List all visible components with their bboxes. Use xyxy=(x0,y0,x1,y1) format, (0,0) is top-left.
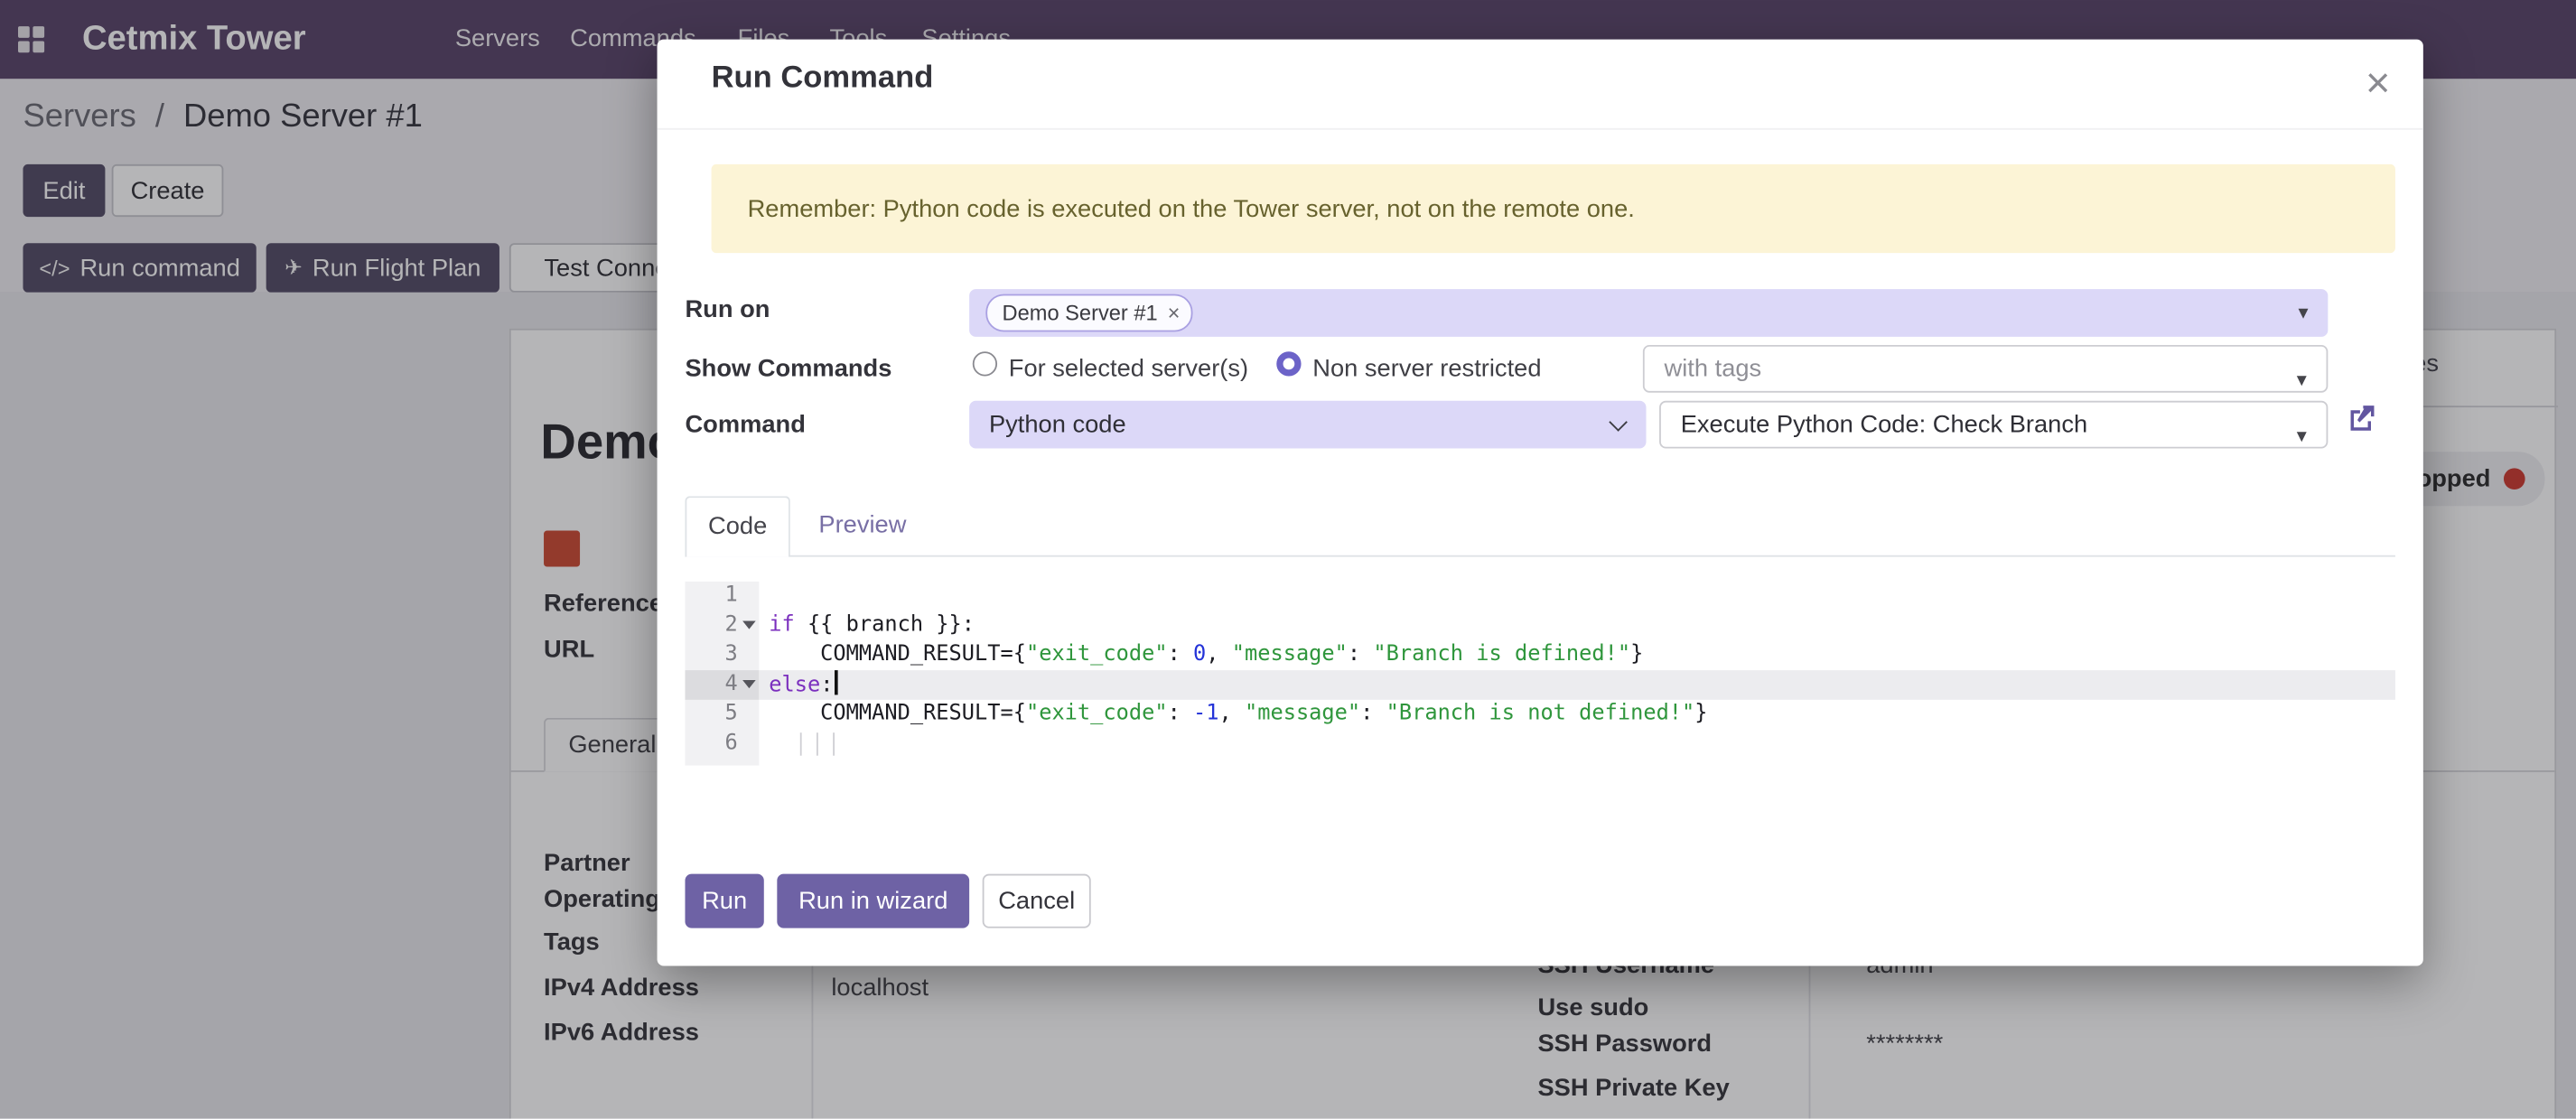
code-editor[interactable]: 123456 if {{ branch }}: COMMAND_RESULT={… xyxy=(685,582,2394,766)
alert-banner: Remember: Python code is executed on the… xyxy=(712,164,2395,253)
code-token: "message" xyxy=(1245,702,1360,726)
code-token: } xyxy=(1694,702,1707,726)
label-run-on: Run on xyxy=(685,295,770,323)
code-token: "message" xyxy=(1232,642,1348,667)
code-token: : xyxy=(1168,642,1193,667)
run-command-modal: Run Command × Remember: Python code is e… xyxy=(658,40,2423,966)
code-token: , xyxy=(1206,642,1231,667)
code-token: "Branch is not defined!" xyxy=(1386,702,1695,726)
code-token: "Branch is defined!" xyxy=(1373,642,1630,667)
code-token: , xyxy=(1219,702,1245,726)
code-token: 0 xyxy=(1193,642,1206,667)
label-show-commands: Show Commands xyxy=(685,355,891,383)
line-number: 3 xyxy=(685,640,759,670)
tab-code[interactable]: Code xyxy=(685,496,789,556)
alert-text: Remember: Python code is executed on the… xyxy=(748,195,1635,223)
code-token: COMMAND_RESULT={ xyxy=(769,642,1026,667)
server-tag[interactable]: Demo Server #1 × xyxy=(985,294,1193,332)
chevron-down-icon[interactable]: ▾ xyxy=(2299,301,2309,323)
code-line[interactable] xyxy=(759,582,2395,611)
code-token: } xyxy=(1630,642,1643,667)
code-line[interactable] xyxy=(759,730,2395,760)
code-token: : xyxy=(1168,702,1193,726)
indent-guide xyxy=(833,732,835,755)
line-number: 4 xyxy=(685,670,759,700)
radio-non-server-restricted[interactable] xyxy=(1276,351,1301,376)
editor-code[interactable]: if {{ branch }}: COMMAND_RESULT={"exit_c… xyxy=(759,582,2395,766)
modal-title: Run Command xyxy=(712,61,934,97)
external-link-icon[interactable] xyxy=(2346,403,2377,434)
code-token: : xyxy=(1360,702,1386,726)
close-icon[interactable]: × xyxy=(2366,52,2391,111)
line-number: 5 xyxy=(685,700,759,730)
code-token: "exit_code" xyxy=(1026,642,1168,667)
chevron-down-icon: ▾ xyxy=(2297,414,2307,458)
cancel-button[interactable]: Cancel xyxy=(983,874,1091,928)
line-number: 2 xyxy=(685,611,759,641)
code-token: : xyxy=(820,674,833,698)
tag-remove-icon[interactable]: × xyxy=(1168,301,1181,325)
command-value: Execute Python Code: Check Branch xyxy=(1681,411,2087,439)
code-line[interactable]: else: xyxy=(759,670,2395,700)
radio-non-server-restricted-label[interactable]: Non server restricted xyxy=(1312,355,1541,383)
command-type-select[interactable]: Python code xyxy=(969,401,1646,449)
editor-gutter: 123456 xyxy=(685,582,759,766)
server-tag-label: Demo Server #1 xyxy=(1003,301,1158,325)
tabs-divider xyxy=(685,555,2394,557)
text-cursor xyxy=(835,670,838,695)
code-line[interactable]: if {{ branch }}: xyxy=(759,611,2395,641)
run-button[interactable]: Run xyxy=(685,874,763,928)
screen: Cetmix Tower Servers Commands Files Tool… xyxy=(0,0,2576,1119)
radio-for-selected-servers-label[interactable]: For selected server(s) xyxy=(1009,355,1248,383)
indent-guide xyxy=(817,732,818,755)
code-line[interactable]: COMMAND_RESULT={"exit_code": -1, "messag… xyxy=(759,700,2395,730)
tab-preview[interactable]: Preview xyxy=(797,496,929,556)
fold-arrow-icon[interactable] xyxy=(742,621,756,629)
code-token: {{ branch }}: xyxy=(795,612,975,637)
line-number: 6 xyxy=(685,730,759,760)
chevron-down-icon xyxy=(1609,413,1628,432)
chevron-down-icon: ▾ xyxy=(2297,359,2307,403)
label-command: Command xyxy=(685,411,805,439)
radio-for-selected-servers[interactable] xyxy=(973,351,997,376)
code-line[interactable]: COMMAND_RESULT={"exit_code": 0, "message… xyxy=(759,640,2395,670)
run-on-field[interactable]: Demo Server #1 × ▾ xyxy=(969,289,2328,337)
code-token: -1 xyxy=(1193,702,1218,726)
fold-arrow-icon[interactable] xyxy=(742,680,756,688)
line-number: 1 xyxy=(685,582,759,611)
modal-header-divider xyxy=(658,128,2423,130)
code-token: if xyxy=(769,612,794,637)
command-select[interactable]: Execute Python Code: Check Branch ▾ xyxy=(1659,401,2328,449)
run-in-wizard-button[interactable]: Run in wizard xyxy=(777,874,969,928)
code-token: COMMAND_RESULT={ xyxy=(769,702,1026,726)
code-token: else xyxy=(769,674,820,698)
with-tags-select[interactable]: with tags ▾ xyxy=(1643,345,2328,393)
command-type-value: Python code xyxy=(989,411,1126,439)
code-token: : xyxy=(1348,642,1373,667)
code-token: "exit_code" xyxy=(1026,702,1168,726)
indent-guide xyxy=(800,732,802,755)
with-tags-placeholder: with tags xyxy=(1665,355,1762,383)
